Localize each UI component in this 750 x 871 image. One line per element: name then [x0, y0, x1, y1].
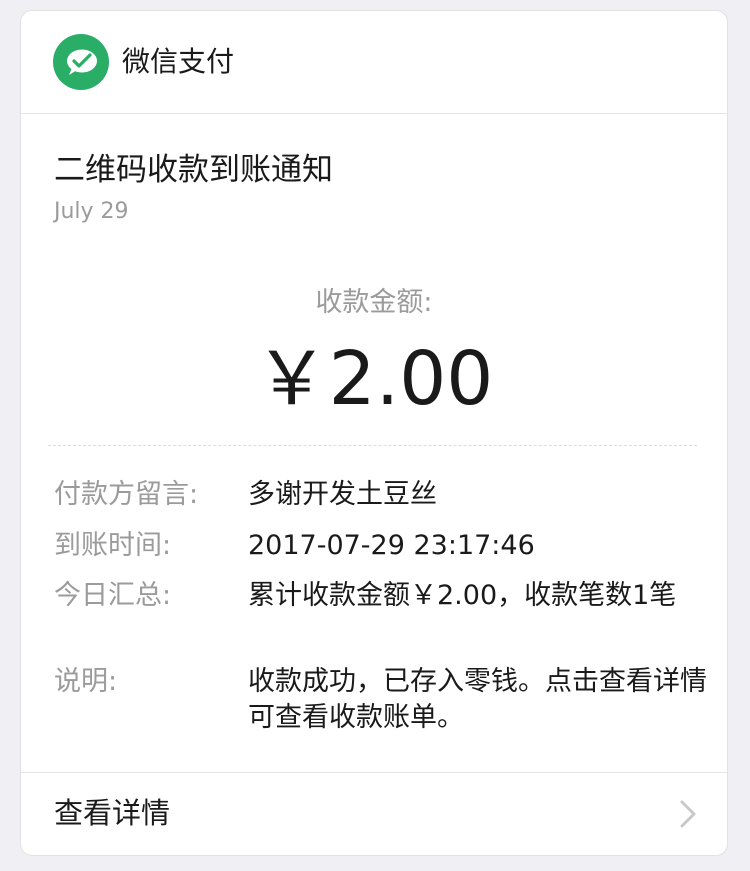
amount-label: 收款金额:	[315, 287, 433, 318]
detail-value: 收款成功，已存入零钱。点击查看详情可查看收款账单。	[248, 666, 707, 733]
detail-value: 2017-07-29 23:17:46	[248, 530, 535, 561]
detail-label: 到账时间:	[54, 530, 172, 561]
chevron-right-icon[interactable]	[679, 799, 697, 829]
detail-label: 付款方留言:	[54, 479, 199, 510]
amount-value: ￥2.00	[254, 336, 494, 422]
payment-notification-card[interactable]: 微信支付 二维码收款到账通知 July 29 收款金额: ￥2.00 付款方留言…	[20, 10, 728, 856]
detail-value: 累计收款金额￥2.00，收款笔数1笔	[248, 580, 677, 611]
wechat-pay-icon	[53, 34, 109, 90]
detail-label: 说明:	[54, 666, 118, 697]
card-header: 微信支付	[21, 11, 727, 114]
app-name: 微信支付	[122, 45, 235, 78]
notification-title: 二维码收款到账通知	[54, 152, 333, 188]
dashed-divider	[48, 445, 697, 446]
view-details-row[interactable]: 查看详情	[21, 772, 727, 855]
detail-label: 今日汇总:	[54, 580, 172, 611]
detail-value: 多谢开发土豆丝	[248, 479, 437, 510]
view-details-label[interactable]: 查看详情	[54, 793, 170, 833]
notification-date: July 29	[54, 199, 129, 224]
